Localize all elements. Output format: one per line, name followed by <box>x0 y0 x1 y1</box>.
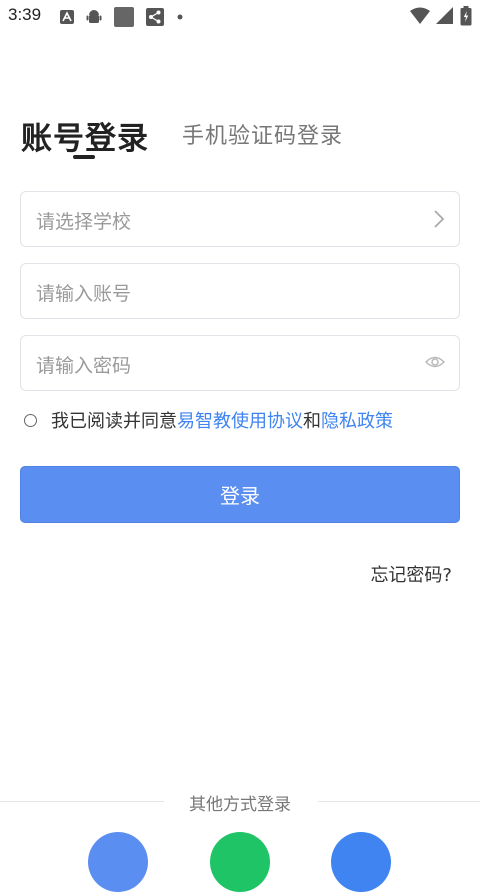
android-icon <box>86 10 102 23</box>
login-tabs: 账号登录 手机验证码登录 <box>21 108 461 168</box>
active-tab-indicator <box>73 155 95 159</box>
share-icon <box>146 8 164 26</box>
a-notification-icon <box>60 10 74 24</box>
tab-account-login[interactable]: 账号登录 <box>21 113 149 158</box>
chevron-right-icon <box>433 209 445 233</box>
login-button[interactable]: 登录 <box>20 466 460 523</box>
agreement-and: 和 <box>303 411 321 432</box>
signal-icon <box>436 7 453 24</box>
school-select-placeholder: 请选择学校 <box>36 211 132 233</box>
privacy-link[interactable]: 隐私政策 <box>321 407 393 433</box>
account-input-placeholder: 请输入账号 <box>36 283 132 305</box>
status-right-icons <box>410 6 472 26</box>
agreement-row: 我已阅读并同意 易智教使用协议 和 隐私政策 <box>24 406 393 434</box>
terms-link[interactable]: 易智教使用协议 <box>177 407 303 433</box>
status-left-icons <box>60 7 184 27</box>
wechat-icon[interactable] <box>210 832 270 892</box>
eye-icon[interactable] <box>424 352 446 376</box>
agreement-prefix: 我已阅读并同意 <box>51 411 177 432</box>
dot-icon <box>177 14 183 20</box>
battery-icon <box>460 6 472 26</box>
tab-sms-login[interactable]: 手机验证码登录 <box>182 118 343 150</box>
school-select[interactable]: 请选择学校 <box>20 191 460 247</box>
social-login-blue-icon[interactable] <box>88 832 148 892</box>
square-notification-icon <box>114 7 134 27</box>
social-login-blue-2-icon[interactable] <box>331 832 391 892</box>
agreement-checkbox[interactable] <box>24 413 37 427</box>
password-input[interactable]: 请输入密码 <box>20 335 460 391</box>
password-input-placeholder: 请输入密码 <box>36 355 132 377</box>
wifi-icon <box>410 7 430 24</box>
login-button-label: 登录 <box>220 484 260 508</box>
other-login-title: 其他方式登录 <box>189 795 291 815</box>
status-time: 3:39 <box>8 5 42 24</box>
account-input[interactable]: 请输入账号 <box>20 263 460 319</box>
forgot-password-link[interactable]: 忘记密码? <box>370 561 452 587</box>
status-bar: 3:39 <box>0 0 480 32</box>
